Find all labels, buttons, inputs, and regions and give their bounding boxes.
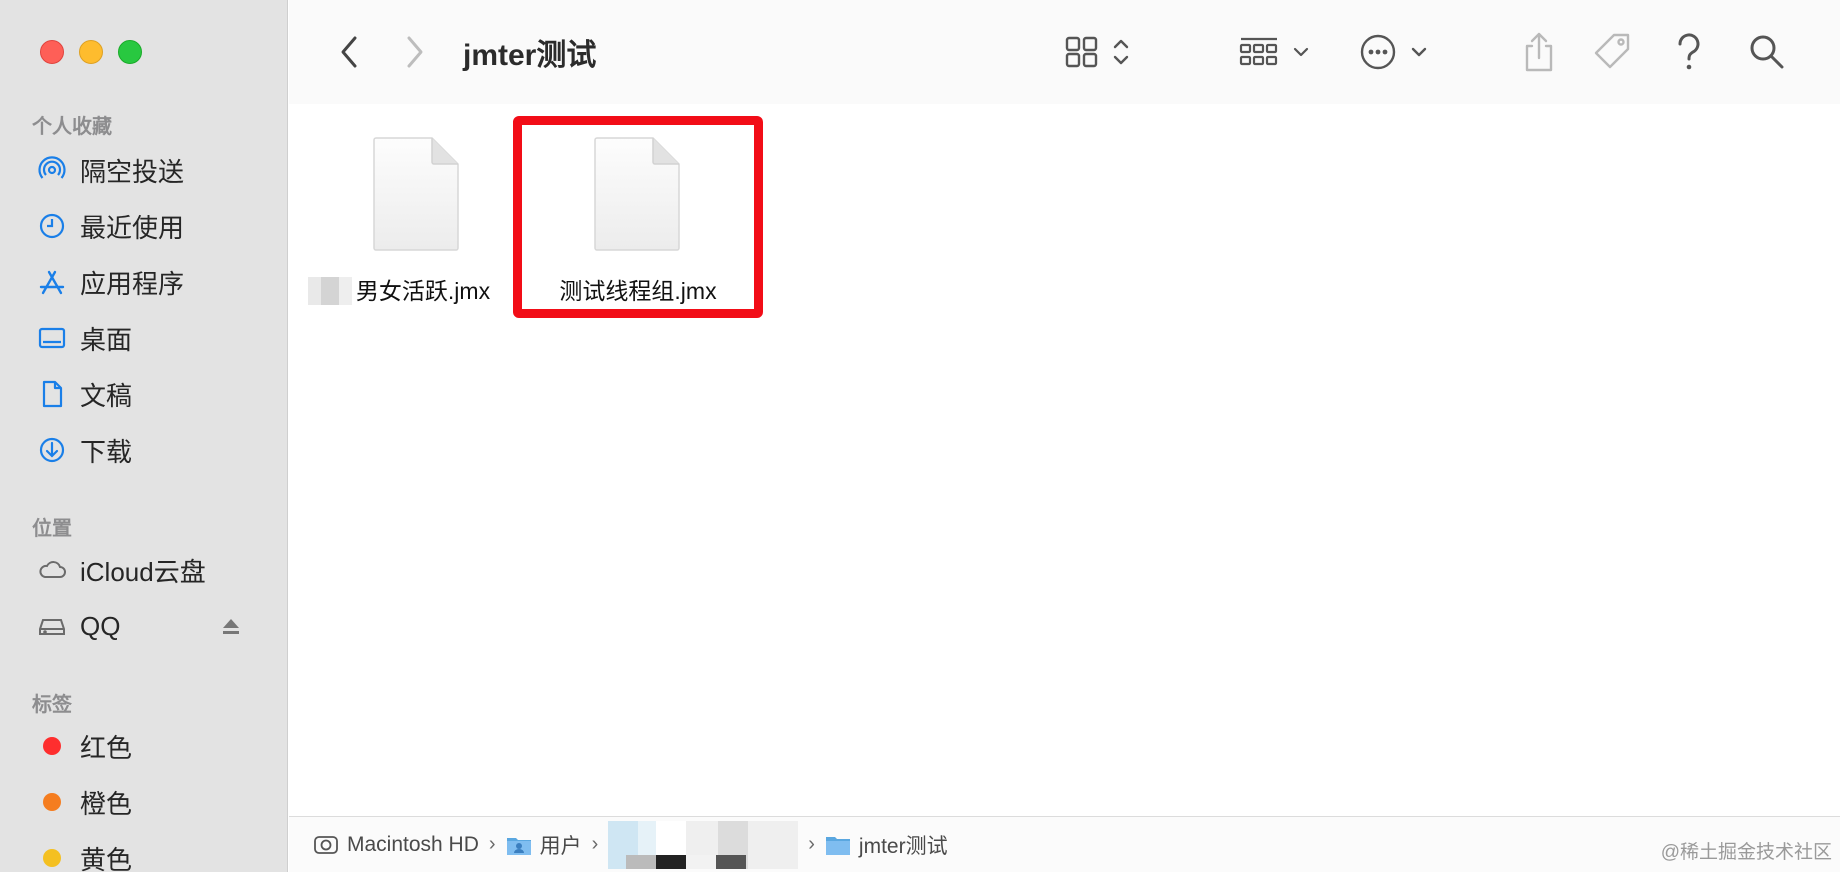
grid-view-icon: [1065, 36, 1129, 68]
search-button[interactable]: [1747, 28, 1787, 76]
minimize-window-button[interactable]: [79, 40, 103, 64]
path-item-label: 用户: [539, 834, 582, 858]
chevron-right-icon: ›: [808, 833, 815, 855]
applications-icon: [36, 266, 68, 298]
locations-section-title: 位置: [32, 518, 72, 540]
view-mode-button[interactable]: [1065, 28, 1135, 76]
path-bar: Macintosh HD › 用户 › › jmter测试: [289, 816, 1840, 872]
folder-icon: [825, 836, 850, 855]
tag-icon: [1594, 33, 1630, 69]
action-button[interactable]: [1359, 28, 1435, 76]
sidebar-item-desktop[interactable]: 桌面: [36, 318, 132, 358]
path-item-users[interactable]: 用户: [506, 830, 582, 860]
sidebar-item-tag-yellow[interactable]: 黄色: [36, 838, 132, 872]
forward-button[interactable]: [395, 28, 435, 76]
hard-drive-icon: [314, 835, 338, 854]
chevron-right-icon: ›: [488, 833, 496, 855]
sidebar-item-tag-red[interactable]: 红色: [36, 726, 132, 766]
sidebar-item-label: QQ: [80, 610, 121, 641]
sidebar-item-icloud[interactable]: iCloud云盘: [36, 550, 206, 590]
watermark: @稀土掘金技术社区: [1660, 842, 1832, 863]
help-icon: [1678, 33, 1700, 70]
sidebar-item-label: 桌面: [80, 324, 133, 355]
sidebar-item-label: 下载: [80, 436, 133, 467]
users-folder-icon: [506, 837, 531, 855]
tags-section-title: 标签: [32, 694, 72, 716]
airdrop-icon: [36, 154, 68, 186]
group-button[interactable]: [1239, 28, 1315, 76]
path-item-label: jmter测试: [858, 834, 948, 858]
group-icon: [1239, 37, 1309, 66]
path-item-macintosh-hd[interactable]: Macintosh HD: [313, 833, 479, 857]
sidebar-item-label: 应用程序: [80, 268, 185, 299]
eject-icon[interactable]: [220, 606, 242, 646]
document-icon: [36, 378, 68, 410]
sidebar-item-label: 隔空投送: [80, 156, 185, 187]
sidebar-item-label: 文稿: [80, 380, 133, 411]
yellow-tag-icon: [36, 842, 68, 872]
share-button[interactable]: [1519, 28, 1559, 76]
sidebar-item-airdrop[interactable]: 隔空投送: [36, 150, 184, 190]
toolbar: jmter测试: [289, 0, 1840, 104]
favorites-section-title: 个人收藏: [32, 116, 112, 138]
sidebar-item-label: 红色: [80, 732, 133, 763]
file-name: 男女活跃.jmx: [355, 278, 491, 304]
desktop-icon: [36, 322, 68, 354]
finder-main: jmter测试 男女活跃.jmx 测试线程组.jmx Macintosh HD …: [289, 0, 1840, 872]
cloud-icon: [36, 554, 68, 586]
redacted-user-folder[interactable]: [608, 820, 799, 869]
orange-tag-icon: [36, 786, 68, 818]
sidebar: 个人收藏 隔空投送 最近使用 应用程序 桌面 文稿 下载 位置 iCloud云盘…: [0, 0, 288, 872]
sidebar-item-applications[interactable]: 应用程序: [36, 262, 184, 302]
search-icon: [1750, 35, 1784, 69]
path-item-current-folder[interactable]: jmter测试: [825, 830, 948, 860]
sidebar-item-label: iCloud云盘: [80, 556, 206, 587]
tag-button[interactable]: [1591, 28, 1635, 76]
zoom-window-button[interactable]: [118, 40, 142, 64]
path-item-label: Macintosh HD: [347, 832, 479, 856]
chevron-right-icon: ›: [591, 833, 599, 855]
drive-icon: [36, 610, 68, 642]
sidebar-item-downloads[interactable]: 下载: [36, 430, 132, 470]
back-button[interactable]: [329, 28, 369, 76]
share-icon: [1525, 32, 1553, 72]
redacted-name-prefix: [307, 277, 352, 305]
sidebar-item-documents[interactable]: 文稿: [36, 374, 132, 414]
sidebar-item-label: 黄色: [80, 844, 133, 872]
close-window-button[interactable]: [40, 40, 64, 64]
more-icon: [1360, 34, 1427, 70]
sidebar-item-label: 橙色: [80, 788, 133, 819]
file-name-row: 男女活跃.jmx: [286, 272, 512, 306]
sidebar-item-label: 最近使用: [80, 212, 185, 243]
window-controls: [40, 40, 142, 64]
document-file-icon: [372, 136, 462, 252]
file-item[interactable]: 男女活跃.jmx: [307, 136, 512, 306]
sidebar-item-tag-orange[interactable]: 橙色: [36, 782, 132, 822]
help-button[interactable]: [1669, 28, 1709, 76]
highlight-box: [513, 116, 763, 318]
clock-icon: [36, 210, 68, 242]
window-title: jmter测试: [463, 39, 597, 72]
red-tag-icon: [36, 730, 68, 762]
download-icon: [36, 434, 68, 466]
sidebar-item-recents[interactable]: 最近使用: [36, 206, 184, 246]
